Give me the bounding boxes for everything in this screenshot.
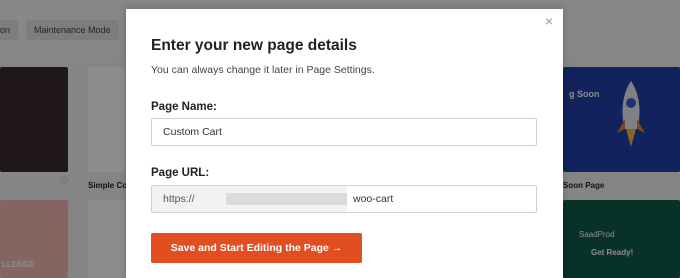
dialog-title: Enter your new page details	[151, 37, 357, 54]
new-page-dialog: × Enter your new page details You can al…	[126, 9, 563, 278]
page-url-slug-input[interactable]: woo-cart	[347, 185, 537, 213]
page-name-input[interactable]: Custom Cart	[151, 118, 537, 146]
save-and-edit-button[interactable]: Save and Start Editing the Page →	[151, 233, 362, 263]
url-prefix-text: https://	[163, 193, 195, 205]
dialog-subtitle: You can always change it later in Page S…	[151, 64, 375, 76]
close-icon[interactable]: ×	[543, 14, 555, 28]
page-name-label: Page Name:	[151, 101, 217, 113]
page-url-label: Page URL:	[151, 167, 210, 179]
redacted-domain	[226, 193, 361, 205]
page-url-prefix: https:// /	[151, 185, 366, 213]
